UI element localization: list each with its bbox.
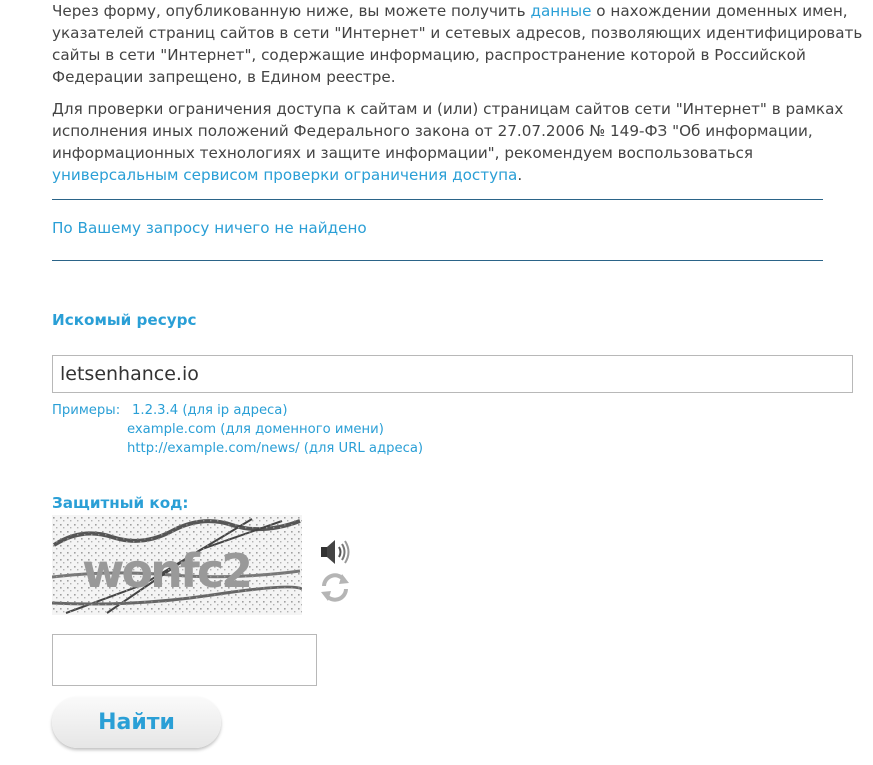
refresh-icon[interactable] bbox=[318, 571, 352, 603]
universal-service-link[interactable]: универсальным сервисом проверки ограниче… bbox=[52, 166, 517, 184]
intro-paragraph-2: Для проверки ограничения доступа к сайта… bbox=[52, 98, 867, 186]
example-row: Примеры: 1.2.3.4 (для ip адреса) bbox=[52, 401, 423, 420]
data-link[interactable]: данные bbox=[530, 2, 591, 20]
captcha-image: wonfc2 bbox=[51, 515, 303, 615]
captcha-glyphs: wonfc2 bbox=[82, 544, 250, 598]
examples-block: Примеры: 1.2.3.4 (для ip адреса) example… bbox=[52, 401, 423, 458]
search-label: Искомый ресурс bbox=[52, 311, 197, 329]
intro-p2-before: Для проверки ограничения доступа к сайта… bbox=[52, 100, 844, 162]
divider-bottom bbox=[52, 260, 823, 261]
result-message: По Вашему запросу ничего не найдено bbox=[52, 219, 367, 237]
example-domain: example.com (для доменного имени) bbox=[127, 422, 384, 437]
divider-top bbox=[52, 199, 823, 200]
resource-input[interactable]: letsenhance.io bbox=[52, 355, 853, 393]
intro-p1-before: Через форму, опубликованную ниже, вы мож… bbox=[52, 2, 531, 20]
examples-label: Примеры: bbox=[52, 403, 121, 418]
captcha-code-input[interactable] bbox=[52, 634, 317, 686]
example-row: http://example.com/news/ (для URL адреса… bbox=[52, 439, 423, 458]
intro-section: Через форму, опубликованную ниже, вы мож… bbox=[52, 0, 867, 186]
search-button[interactable]: Найти bbox=[52, 697, 221, 748]
captcha-label: Защитный код: bbox=[52, 494, 189, 512]
speaker-icon[interactable] bbox=[318, 536, 352, 568]
example-ip: 1.2.3.4 (для ip адреса) bbox=[132, 403, 288, 418]
example-row: example.com (для доменного имени) bbox=[52, 420, 423, 439]
intro-paragraph-1: Через форму, опубликованную ниже, вы мож… bbox=[52, 0, 867, 88]
example-url: http://example.com/news/ (для URL адреса… bbox=[127, 441, 424, 456]
intro-p2-after: . bbox=[517, 166, 523, 184]
